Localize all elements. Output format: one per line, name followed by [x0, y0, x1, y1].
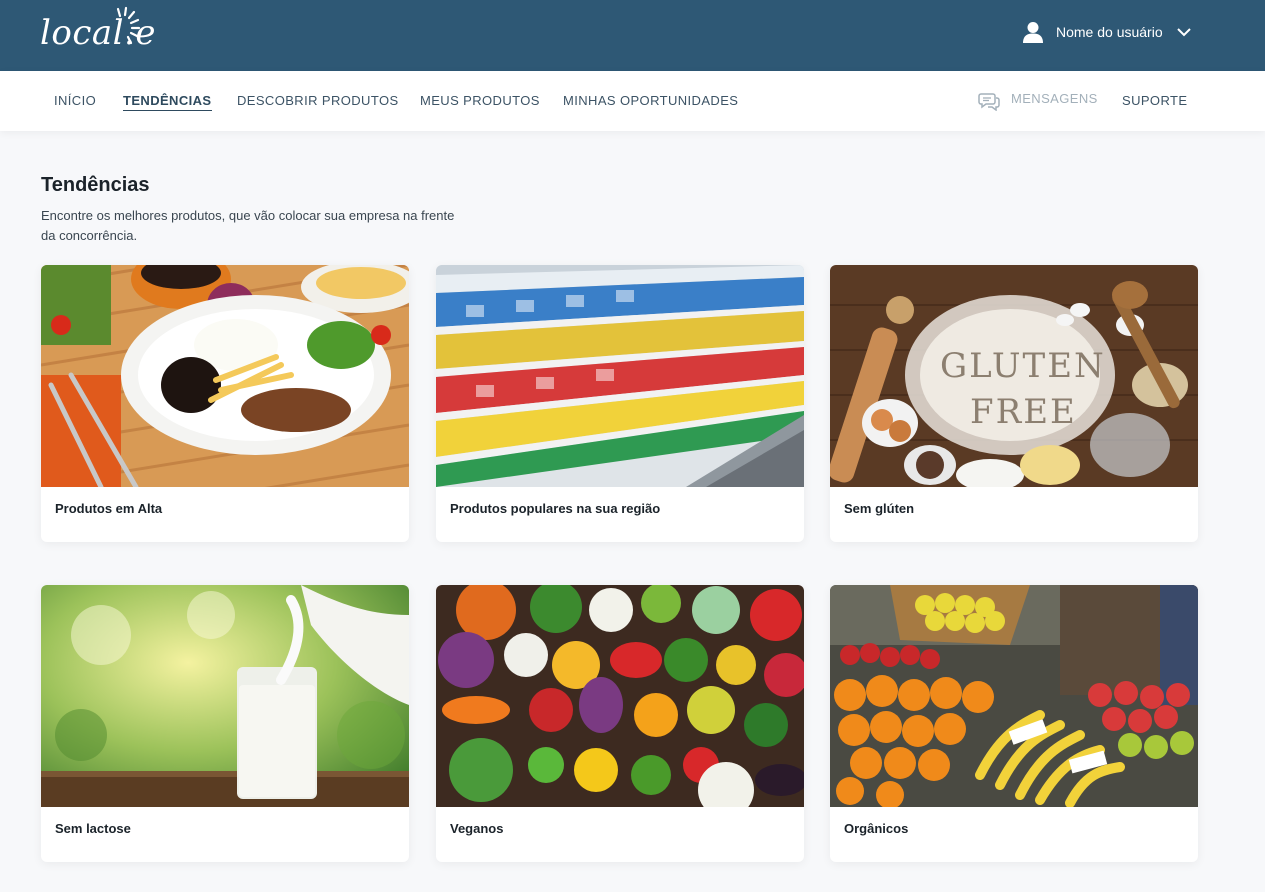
page-title: Tendências — [41, 174, 150, 196]
category-card-sem-lactose[interactable]: Sem lactose — [41, 585, 409, 862]
nav-tendencias[interactable]: TENDÊNCIAS — [123, 93, 212, 111]
nav-meus-produtos[interactable]: MEUS PRODUTOS — [420, 93, 540, 108]
svg-text:FREE: FREE — [970, 392, 1077, 432]
main-nav: INÍCIO TENDÊNCIAS DESCOBRIR PRODUTOS MEU… — [0, 71, 1265, 131]
card-label: Veganos — [450, 821, 504, 836]
category-card-veganos[interactable]: Veganos — [436, 585, 804, 862]
card-label: Produtos populares na sua região — [450, 501, 661, 516]
chat-bubbles-icon[interactable] — [978, 91, 1000, 111]
svg-text:GLUTEN: GLUTEN — [940, 346, 1106, 386]
nav-suporte[interactable]: SUPORTE — [1122, 93, 1187, 108]
milk-glass-photo — [41, 585, 409, 807]
top-bar: local.e Nome do usuário — [0, 0, 1265, 71]
logo[interactable]: local.e — [40, 6, 156, 58]
user-menu[interactable]: Nome do usuário — [1022, 19, 1191, 45]
user-name: Nome do usuário — [1056, 24, 1163, 40]
nav-descobrir-produtos[interactable]: DESCOBRIR PRODUTOS — [237, 93, 399, 108]
category-card-produtos-populares[interactable]: Produtos populares na sua região — [436, 265, 804, 542]
gluten-free-flour-photo: GLUTEN FREE — [830, 265, 1198, 487]
chevron-down-icon — [1176, 28, 1191, 37]
category-card-organicos[interactable]: Orgânicos — [830, 585, 1198, 862]
card-label: Produtos em Alta — [55, 501, 163, 516]
nav-inicio[interactable]: INÍCIO — [54, 93, 96, 108]
vegetables-photo — [436, 585, 804, 807]
user-icon — [1023, 22, 1043, 43]
logo-rays-icon — [116, 6, 141, 45]
category-card-sem-gluten[interactable]: GLUTEN FREE Sem glúten — [830, 265, 1198, 542]
page-subtitle: Encontre os melhores produtos, que vão c… — [41, 208, 455, 243]
category-card-produtos-em-alta[interactable]: Produtos em Alta — [41, 265, 409, 542]
fruit-stand-photo — [830, 585, 1198, 807]
supermarket-shelf-photo — [436, 265, 804, 487]
nav-minhas-oportunidades[interactable]: MINHAS OPORTUNIDADES — [563, 93, 738, 108]
food-plate-photo — [41, 265, 409, 487]
card-label: Orgânicos — [844, 821, 909, 836]
card-label: Sem lactose — [55, 821, 131, 836]
card-label: Sem glúten — [844, 501, 915, 516]
nav-mensagens[interactable]: MENSAGENS — [1011, 91, 1098, 106]
